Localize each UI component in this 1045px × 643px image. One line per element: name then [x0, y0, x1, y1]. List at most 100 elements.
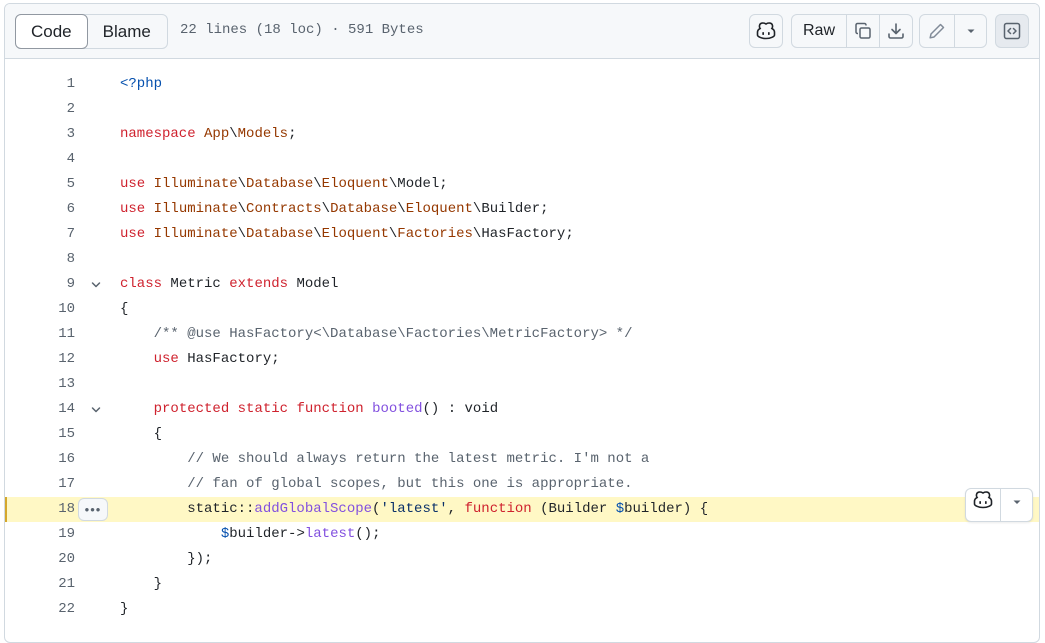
line-number[interactable]: 19: [5, 522, 75, 547]
line-number[interactable]: 11: [5, 322, 75, 347]
code-line[interactable]: 8: [5, 247, 1039, 272]
code-token: });: [120, 551, 213, 567]
code-token: ();: [355, 526, 381, 542]
line-number[interactable]: 20: [5, 547, 75, 572]
code-square-icon: [1003, 22, 1021, 40]
code-line[interactable]: 20 });: [5, 547, 1039, 572]
triangle-down-icon: [965, 25, 977, 37]
code-token: \: [397, 201, 406, 217]
code-token: }: [120, 576, 163, 592]
line-number[interactable]: 8: [5, 247, 75, 272]
code-text: }: [120, 572, 162, 597]
copilot-button[interactable]: [749, 14, 783, 48]
code-line[interactable]: 16 // We should always return the latest…: [5, 447, 1039, 472]
line-number[interactable]: 17: [5, 472, 75, 497]
code-text: // fan of global scopes, but this one is…: [120, 472, 633, 497]
code-line[interactable]: 21 }: [5, 572, 1039, 597]
code-line[interactable]: 7 use Illuminate\Database\Eloquent\Factor…: [5, 222, 1039, 247]
line-number[interactable]: 15: [5, 422, 75, 447]
code-line[interactable]: 1 <?php: [5, 72, 1039, 97]
line-number[interactable]: 10: [5, 297, 75, 322]
code-line[interactable]: 12 use HasFactory;: [5, 347, 1039, 372]
code-line[interactable]: 11 /** @use HasFactory<\Database\Factori…: [5, 322, 1039, 347]
line-number[interactable]: 9: [5, 272, 75, 297]
code-token: booted: [372, 401, 423, 417]
code-line[interactable]: 13: [5, 372, 1039, 397]
code-token: use: [120, 176, 146, 192]
code-token: \Builder;: [472, 201, 549, 217]
line-number[interactable]: 4: [5, 147, 75, 172]
code-token: () : void: [422, 401, 499, 417]
view-mode-toggle: Code Blame: [15, 14, 168, 49]
line-number[interactable]: 13: [5, 372, 75, 397]
line-options-button[interactable]: •••: [78, 498, 108, 521]
blame-tab[interactable]: Blame: [87, 15, 167, 48]
code-token: \: [237, 176, 247, 192]
code-token: \: [229, 126, 238, 142]
line-copilot-button[interactable]: [966, 489, 1000, 521]
code-token: 'latest': [380, 501, 448, 517]
code-line[interactable]: 5 use Illuminate\Database\Eloquent\Model;: [5, 172, 1039, 197]
edit-group: [919, 14, 987, 48]
code-line[interactable]: 18 static::addGlobalScope('latest', func…: [5, 488, 1039, 522]
edit-button[interactable]: [920, 15, 954, 47]
line-number[interactable]: 18: [5, 497, 75, 522]
raw-button[interactable]: Raw: [792, 15, 846, 47]
line-number[interactable]: 14: [5, 397, 75, 422]
code-line[interactable]: 19 $builder->latest();: [5, 522, 1039, 547]
code-token: namespace: [120, 126, 196, 142]
code-token: }: [120, 601, 129, 617]
code-token: \: [321, 201, 331, 217]
line-number[interactable]: 5: [5, 172, 75, 197]
line-copilot-dropdown[interactable]: [1000, 489, 1032, 521]
line-number[interactable]: 2: [5, 97, 75, 122]
copy-button[interactable]: [846, 15, 879, 47]
code-line[interactable]: 2: [5, 97, 1039, 122]
code-line[interactable]: 22}: [5, 597, 1039, 622]
line-number[interactable]: 21: [5, 572, 75, 597]
line-number[interactable]: 22: [5, 597, 75, 622]
code-token: Metric: [162, 276, 230, 292]
line-copilot-menu: [965, 488, 1033, 522]
code-token: builder) {: [624, 501, 709, 517]
code-listing: 1 <?php 2 3 namespace App\Models; 4 5 use Illum…: [5, 72, 1039, 622]
line-number[interactable]: 12: [5, 347, 75, 372]
code-token: static: [237, 401, 289, 417]
symbols-button[interactable]: [995, 14, 1029, 48]
line-number[interactable]: 1: [5, 72, 75, 97]
code-line[interactable]: 15 {: [5, 422, 1039, 447]
code-token: \HasFactory;: [472, 226, 574, 242]
code-line[interactable]: 3 namespace App\Models;: [5, 122, 1039, 147]
line-number[interactable]: 3: [5, 122, 75, 147]
code-line[interactable]: 14 protected static function booted() : …: [5, 397, 1039, 422]
code-line[interactable]: 4: [5, 147, 1039, 172]
code-token: function: [464, 501, 532, 517]
code-token: // fan of global scopes, but this one is…: [187, 476, 633, 492]
pencil-icon: [928, 22, 946, 40]
code-line[interactable]: 6 use Illuminate\Contracts\Database\Eloqu…: [5, 197, 1039, 222]
code-token: class: [120, 276, 163, 292]
code-token: Database: [246, 226, 314, 242]
code-line[interactable]: 17 // fan of global scopes, but this one…: [5, 472, 1039, 497]
code-token: builder->: [229, 526, 305, 542]
code-token: Eloquent: [321, 176, 389, 192]
code-token: {: [120, 426, 163, 442]
line-number[interactable]: 7: [5, 222, 75, 247]
fold-chevron-icon[interactable]: [88, 272, 104, 297]
line-number[interactable]: 16: [5, 447, 75, 472]
code-line[interactable]: 10 {: [5, 297, 1039, 322]
code-line[interactable]: 9 class Metric extends Model: [5, 272, 1039, 297]
code-text: protected static function booted() : voi…: [120, 397, 499, 422]
fold-chevron-icon[interactable]: [88, 397, 104, 422]
download-button[interactable]: [879, 15, 912, 47]
code-token: use: [153, 351, 179, 367]
code-token: Illuminate: [153, 176, 238, 192]
edit-dropdown-button[interactable]: [954, 15, 986, 47]
code-tab[interactable]: Code: [15, 14, 88, 49]
line-number[interactable]: 6: [5, 197, 75, 222]
